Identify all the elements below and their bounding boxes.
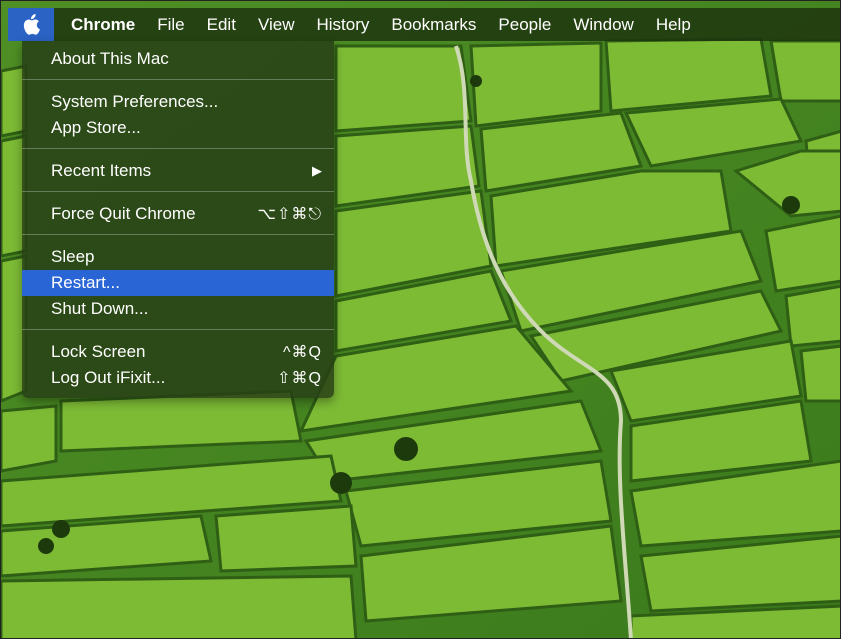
menu-item-log-out[interactable]: Log Out iFixit... ⇧⌘Q bbox=[22, 365, 334, 391]
force-quit-shortcut: ⌥⇧⌘⎋ bbox=[257, 206, 322, 223]
menu-item-label: Log Out iFixit... bbox=[51, 368, 166, 387]
menu-item-restart[interactable]: Restart... bbox=[22, 270, 334, 296]
menu-item-recent-items[interactable]: Recent Items ▶ bbox=[22, 158, 334, 184]
menu-item-about-this-mac[interactable]: About This Mac bbox=[22, 46, 334, 72]
menu-item-label: Sleep bbox=[51, 247, 95, 266]
menu-chrome[interactable]: Chrome bbox=[54, 8, 146, 41]
menu-file[interactable]: File bbox=[146, 8, 195, 41]
log-out-shortcut: ⇧⌘Q bbox=[277, 370, 322, 387]
apple-logo-icon bbox=[23, 14, 40, 35]
menu-separator bbox=[22, 79, 334, 80]
menu-item-label: Recent Items bbox=[51, 161, 152, 180]
menu-item-label: Shut Down... bbox=[51, 299, 149, 318]
menu-view[interactable]: View bbox=[247, 8, 306, 41]
menu-bar: Chrome File Edit View History Bookmarks … bbox=[8, 8, 840, 41]
desktop: Chrome File Edit View History Bookmarks … bbox=[0, 0, 841, 639]
menu-item-label: System Preferences... bbox=[51, 92, 219, 111]
menu-separator bbox=[22, 329, 334, 330]
menu-item-label: About This Mac bbox=[51, 49, 169, 68]
lock-screen-shortcut: ^⌘Q bbox=[283, 344, 322, 361]
menu-window[interactable]: Window bbox=[562, 8, 644, 41]
submenu-arrow-icon: ▶ bbox=[312, 163, 322, 178]
menu-item-sleep[interactable]: Sleep bbox=[22, 244, 334, 270]
menu-bookmarks[interactable]: Bookmarks bbox=[380, 8, 487, 41]
menu-item-label: Restart... bbox=[51, 273, 120, 292]
menu-edit[interactable]: Edit bbox=[196, 8, 247, 41]
menu-item-system-preferences[interactable]: System Preferences... bbox=[22, 89, 334, 115]
apple-menu-button[interactable] bbox=[8, 8, 54, 41]
menu-item-app-store[interactable]: App Store... bbox=[22, 115, 334, 141]
menu-item-force-quit[interactable]: Force Quit Chrome ⌥⇧⌘⎋ bbox=[22, 201, 334, 227]
menu-item-label: Lock Screen bbox=[51, 342, 146, 361]
menu-item-label: App Store... bbox=[51, 118, 141, 137]
menu-history[interactable]: History bbox=[305, 8, 380, 41]
menu-separator bbox=[22, 234, 334, 235]
menu-item-lock-screen[interactable]: Lock Screen ^⌘Q bbox=[22, 339, 334, 365]
menu-people[interactable]: People bbox=[487, 8, 562, 41]
menu-item-shut-down[interactable]: Shut Down... bbox=[22, 296, 334, 322]
apple-menu-dropdown: About This Mac System Preferences... App… bbox=[22, 41, 334, 398]
menu-separator bbox=[22, 191, 334, 192]
menu-help[interactable]: Help bbox=[645, 8, 702, 41]
menu-item-label: Force Quit Chrome bbox=[51, 204, 196, 223]
menu-separator bbox=[22, 148, 334, 149]
